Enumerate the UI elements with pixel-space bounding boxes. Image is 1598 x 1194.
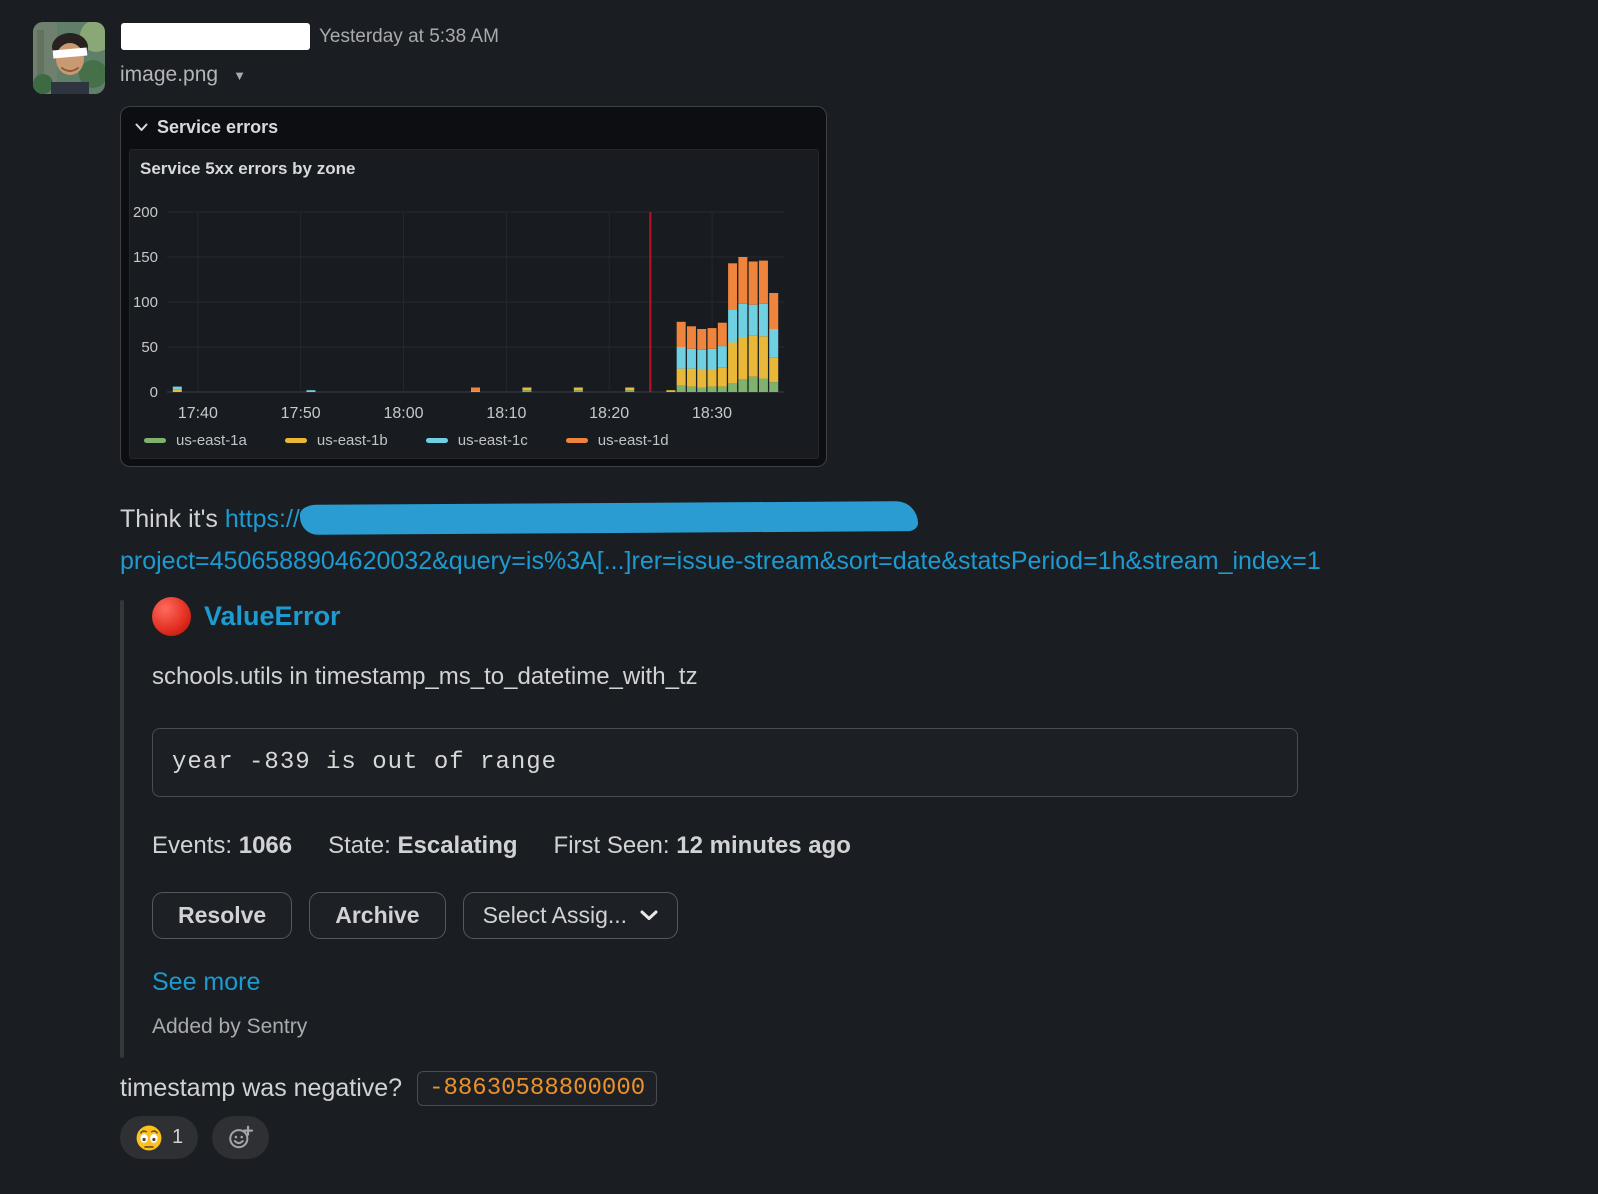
add-reaction-button[interactable]	[212, 1116, 270, 1159]
file-attachment-header: image.png ▼	[120, 63, 246, 87]
link-url-line2[interactable]: project=4506588904620032&query=is%3A[...…	[120, 547, 1321, 576]
sentry-error-codeblock: year -839 is out of range	[152, 728, 1298, 797]
svg-text:18:30: 18:30	[692, 405, 732, 422]
message-timestamp[interactable]: Yesterday at 5:38 AM	[319, 26, 499, 48]
stat-events: Events: 1066	[152, 832, 293, 859]
legend-item-us-east-1d: us-east-1d	[565, 432, 669, 449]
legend-label: us-east-1a	[176, 432, 247, 449]
legend-swatch	[565, 438, 588, 443]
link-redaction-scribble	[299, 501, 918, 535]
legend-swatch	[284, 438, 307, 443]
question-text: timestamp was negative?	[120, 1074, 403, 1102]
svg-text:0: 0	[150, 384, 158, 401]
svg-text:200: 200	[133, 204, 158, 221]
add-reaction-icon	[229, 1125, 254, 1149]
resolve-button[interactable]: Resolve	[152, 892, 293, 939]
stat-first-seen: First Seen: 12 minutes ago	[553, 832, 851, 859]
sentry-issue-link[interactable]: ValueError	[204, 601, 341, 632]
select-assignee-dropdown[interactable]: Select Assig...	[462, 892, 679, 939]
chevron-down-icon	[135, 123, 148, 131]
legend-item-us-east-1c: us-east-1c	[425, 432, 528, 449]
avatar[interactable]	[33, 22, 105, 94]
chart-legend: us-east-1a us-east-1b us-east-1c us-east-1d	[144, 432, 669, 449]
reaction-count: 1	[172, 1126, 184, 1148]
red-circle-emoji	[152, 597, 191, 636]
added-by-sentry-label: Added by Sentry	[152, 1015, 308, 1038]
svg-text:18:10: 18:10	[486, 405, 526, 422]
svg-text:17:40: 17:40	[178, 405, 218, 422]
legend-label: us-east-1c	[457, 432, 528, 449]
svg-text:50: 50	[141, 339, 158, 356]
legend-label: us-east-1d	[597, 432, 669, 449]
svg-text:18:00: 18:00	[383, 405, 423, 422]
legend-item-us-east-1a: us-east-1a	[144, 432, 247, 449]
flushed-face-emoji	[136, 1125, 162, 1150]
link-prefix[interactable]: https://	[225, 505, 300, 533]
grafana-panel: Service 5xx errors by zone 0 50 100 150 200 1…	[129, 149, 819, 459]
legend-swatch	[144, 438, 166, 443]
sentry-issue-location: schools.utils in timestamp_ms_to_datetim…	[152, 663, 698, 690]
grafana-row-title: Service errors	[157, 117, 279, 137]
attachment-accent-bar	[120, 600, 124, 1058]
legend-swatch	[425, 438, 448, 443]
file-collapse-caret-icon[interactable]: ▼	[233, 68, 246, 83]
inline-code-timestamp: -88630588800000	[417, 1071, 658, 1106]
avatar-photo	[33, 22, 105, 94]
svg-text:100: 100	[133, 294, 158, 311]
chart-title: Service 5xx errors by zone	[140, 159, 356, 178]
stat-state: State: Escalating	[328, 832, 518, 859]
chevron-down-icon	[640, 910, 658, 920]
message-text-line3: timestamp was negative? -88630588800000	[120, 1071, 658, 1106]
username-redacted[interactable]	[121, 23, 310, 50]
sentry-stats-row: Events: 1066 State: Escalating First See…	[152, 832, 851, 860]
message-intro: Think it's	[120, 505, 225, 533]
legend-label: us-east-1b	[316, 432, 388, 449]
sentry-actions: Resolve Archive Select Assig...	[152, 892, 679, 939]
sentry-error-message: year -839 is out of range	[172, 749, 558, 776]
reactions-row: 1	[120, 1116, 270, 1159]
message-text-line1: Think it's https://	[120, 501, 918, 535]
grafana-row-header: Service errors	[121, 107, 826, 138]
slack-message-view: Yesterday at 5:38 AM image.png ▼ Service…	[0, 0, 1598, 1194]
reaction-flushed-face[interactable]: 1	[120, 1116, 199, 1159]
sentry-title-row: ValueError	[152, 597, 341, 636]
svg-text:150: 150	[133, 249, 158, 266]
image-attachment[interactable]: Service errors Service 5xx errors by zon…	[120, 106, 827, 467]
see-more-link[interactable]: See more	[152, 968, 260, 997]
file-name: image.png	[120, 63, 219, 86]
svg-text:18:20: 18:20	[589, 405, 629, 422]
archive-button[interactable]: Archive	[309, 892, 446, 939]
stacked-bar-chart: 0 50 100 150 200 17:40 17:50 18:00 18:10 18:20 18:…	[133, 204, 784, 422]
svg-text:17:50: 17:50	[281, 405, 321, 422]
legend-item-us-east-1b: us-east-1b	[284, 432, 388, 449]
